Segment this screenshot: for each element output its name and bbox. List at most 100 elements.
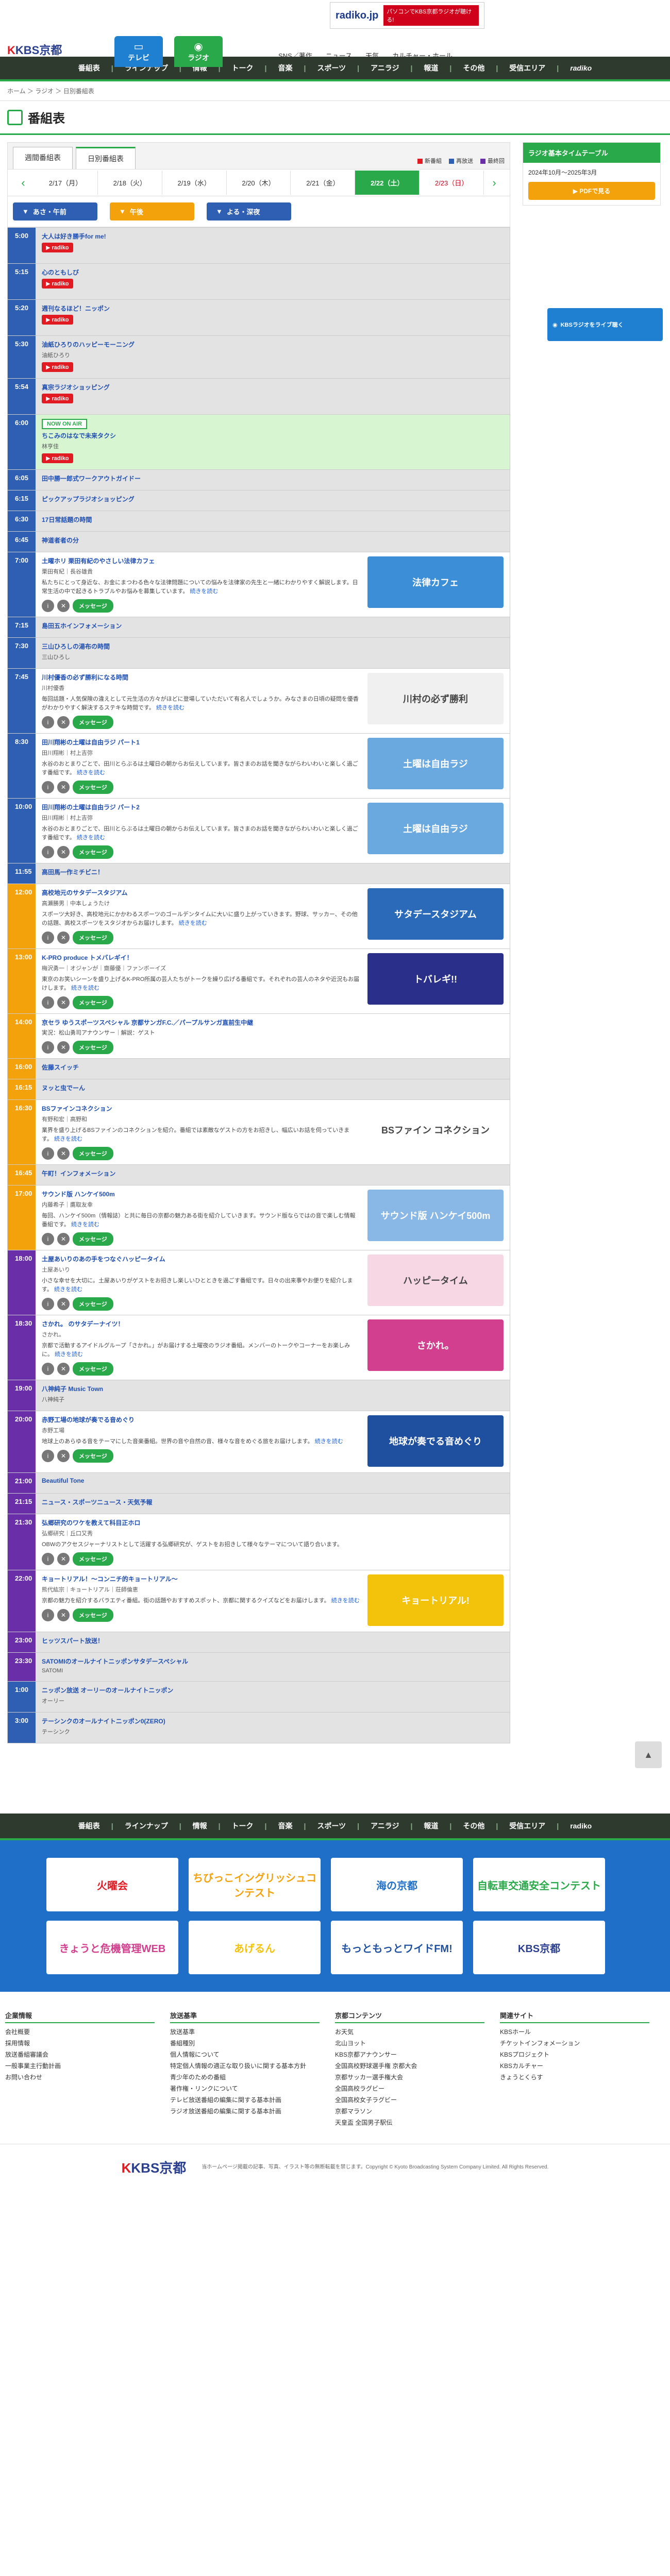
program-title[interactable]: 高田馬一作ミチビニ！ — [42, 868, 504, 876]
date-tab[interactable]: 2/18（火） — [98, 171, 162, 195]
info-icon[interactable]: i — [42, 846, 54, 858]
program-title[interactable]: Beautiful Tone — [42, 1477, 504, 1484]
sitemap-link[interactable]: 採用情報 — [5, 2038, 155, 2049]
sitemap-link[interactable]: KBSホール — [500, 2026, 649, 2038]
radiko-badge[interactable]: radiko — [42, 394, 73, 403]
live-listen-button[interactable]: ◉ KBSラジオをライブ聴く — [547, 308, 663, 341]
program-title[interactable]: さかれ。 のサタデーナイツ！ — [42, 1319, 360, 1328]
program-title[interactable]: 赤野工場の地球が奏でる音めぐり — [42, 1415, 360, 1424]
nav-item[interactable]: 報道 — [424, 1821, 438, 1831]
header-nav-item[interactable]: SNS／著作 — [278, 50, 312, 60]
info-icon[interactable]: i — [42, 1041, 54, 1054]
message-button[interactable]: メッセージ — [73, 1041, 113, 1054]
sitemap-link[interactable]: KBSカルチャー — [500, 2060, 649, 2072]
program-title[interactable]: 心のともしび — [42, 268, 504, 277]
sitemap-link[interactable]: 放送番組審議会 — [5, 2049, 155, 2060]
radio-button[interactable]: ◉ ラジオ — [174, 36, 223, 67]
program-title[interactable]: 八神純子 Music Town — [42, 1384, 504, 1393]
share-icon[interactable]: ✕ — [57, 996, 70, 1009]
date-tab[interactable]: 2/19（水） — [162, 171, 227, 195]
share-icon[interactable]: ✕ — [57, 716, 70, 728]
nav-item[interactable]: 音楽 — [278, 63, 292, 73]
sitemap-link[interactable]: 著作権・リンクについて — [170, 2083, 320, 2094]
sitemap-link[interactable]: 放送基準 — [170, 2026, 320, 2038]
info-icon[interactable]: i — [42, 1450, 54, 1462]
message-button[interactable]: メッセージ — [73, 599, 113, 613]
read-more-link[interactable]: 続きを読む — [77, 770, 105, 776]
message-button[interactable]: メッセージ — [73, 1232, 113, 1246]
program-thumbnail[interactable]: サタデースタジアム — [367, 888, 504, 940]
program-title[interactable]: 田川翔彬の土曜は自由ラジ パート1 — [42, 738, 360, 747]
sitemap-link[interactable]: お天気 — [335, 2026, 484, 2038]
program-title[interactable]: 高校地元のサタデースタジアム — [42, 888, 360, 897]
tab-daily[interactable]: 日別番組表 — [76, 147, 136, 169]
program-thumbnail[interactable]: さかれ。 — [367, 1319, 504, 1371]
next-arrow-icon[interactable]: › — [484, 176, 505, 190]
share-icon[interactable]: ✕ — [57, 781, 70, 793]
read-more-link[interactable]: 続きを読む — [190, 588, 218, 595]
program-thumbnail[interactable]: 地球が奏でる音めぐり — [367, 1415, 504, 1467]
program-title[interactable]: 土曜ホリ 栗田有紀のやさしい法律カフェ — [42, 556, 360, 565]
footer-banner[interactable]: 火曜会 — [46, 1858, 178, 1911]
nav-item[interactable]: スポーツ — [317, 1821, 346, 1831]
read-more-link[interactable]: 続きを読む — [331, 1598, 360, 1604]
read-more-link[interactable]: 続きを読む — [54, 1286, 82, 1293]
date-tab[interactable]: 2/17（月） — [34, 171, 98, 195]
read-more-link[interactable]: 続きを読む — [156, 705, 185, 711]
nav-item[interactable]: トーク — [232, 63, 254, 73]
share-icon[interactable]: ✕ — [57, 600, 70, 612]
footer-banner[interactable]: ちびっこイングリッシュコンテスト — [189, 1858, 321, 1911]
program-thumbnail[interactable]: ハッピータイム — [367, 1255, 504, 1306]
message-button[interactable]: メッセージ — [73, 781, 113, 794]
sitemap-link[interactable]: KBS京都アナウンサー — [335, 2049, 484, 2060]
message-button[interactable]: メッセージ — [73, 1362, 113, 1376]
program-title[interactable]: K-PRO produce トメバレギイ！ — [42, 953, 360, 962]
footer-banner[interactable]: 海の京都 — [331, 1858, 463, 1911]
read-more-link[interactable]: 続きを読む — [179, 920, 207, 926]
footer-banner[interactable]: あげるん — [189, 1921, 321, 1974]
nav-item[interactable]: 報道 — [424, 63, 438, 73]
info-icon[interactable]: i — [42, 1363, 54, 1375]
share-icon[interactable]: ✕ — [57, 1233, 70, 1245]
header-nav-item[interactable]: ニュース — [326, 50, 352, 60]
program-title[interactable]: テーシンクのオールナイトニッポン0(ZERO) — [42, 1717, 504, 1725]
sitemap-link[interactable]: 全国高校女子ラグビー — [335, 2094, 484, 2106]
info-icon[interactable]: i — [42, 1147, 54, 1160]
radiko-badge[interactable]: radiko — [42, 315, 73, 325]
radiko-badge[interactable]: radiko — [42, 453, 73, 463]
info-icon[interactable]: i — [42, 996, 54, 1009]
radiko-banner[interactable]: radiko.jp パソコンでKBS京都ラジオが聴ける! — [330, 2, 484, 29]
prev-arrow-icon[interactable]: ‹ — [13, 176, 34, 190]
read-more-link[interactable]: 続きを読む — [55, 1351, 83, 1358]
date-tab[interactable]: 2/21（金） — [291, 171, 356, 195]
sitemap-link[interactable]: お問い合わせ — [5, 2072, 155, 2083]
message-button[interactable]: メッセージ — [73, 996, 113, 1009]
program-thumbnail[interactable]: キョートリアル! — [367, 1574, 504, 1626]
read-more-link[interactable]: 続きを読む — [71, 1222, 99, 1228]
nav-item[interactable]: スポーツ — [317, 63, 346, 73]
read-more-link[interactable]: 続きを読む — [77, 835, 105, 841]
sitemap-link[interactable]: 一般事業主行動計画 — [5, 2060, 155, 2072]
program-thumbnail[interactable]: トバレギ!! — [367, 953, 504, 1005]
message-button[interactable]: メッセージ — [73, 1449, 113, 1463]
nav-item[interactable]: その他 — [463, 63, 484, 73]
nav-item[interactable]: 番組表 — [78, 1821, 100, 1831]
sitemap-link[interactable]: 京都マラソン — [335, 2106, 484, 2117]
date-tab[interactable]: 2/22（土） — [355, 171, 420, 195]
sitemap-link[interactable]: ラジオ放送番組の編集に関する基本計画 — [170, 2106, 320, 2117]
program-title[interactable]: ちこみのはなで未来タクシ — [42, 431, 504, 440]
program-title[interactable]: ヒッツスパート放送！ — [42, 1636, 504, 1645]
sitemap-link[interactable]: 全国高校野球選手権 京都大会 — [335, 2060, 484, 2072]
message-button[interactable]: メッセージ — [73, 716, 113, 729]
sitemap-link[interactable]: 天皇盃 全国男子駅伝 — [335, 2117, 484, 2128]
sitemap-link[interactable]: 番組種別 — [170, 2038, 320, 2049]
program-title[interactable]: 17日常話題の時間 — [42, 515, 504, 524]
nav-item[interactable]: 番組表 — [78, 63, 100, 73]
share-icon[interactable]: ✕ — [57, 1041, 70, 1054]
pdf-button[interactable]: ▶ PDFで見る — [528, 182, 655, 200]
message-button[interactable]: メッセージ — [73, 931, 113, 944]
nav-item[interactable]: 受信エリア — [509, 1821, 545, 1831]
info-icon[interactable]: i — [42, 931, 54, 944]
info-icon[interactable]: i — [42, 1553, 54, 1565]
nav-item[interactable]: ラインナップ — [125, 1821, 168, 1831]
